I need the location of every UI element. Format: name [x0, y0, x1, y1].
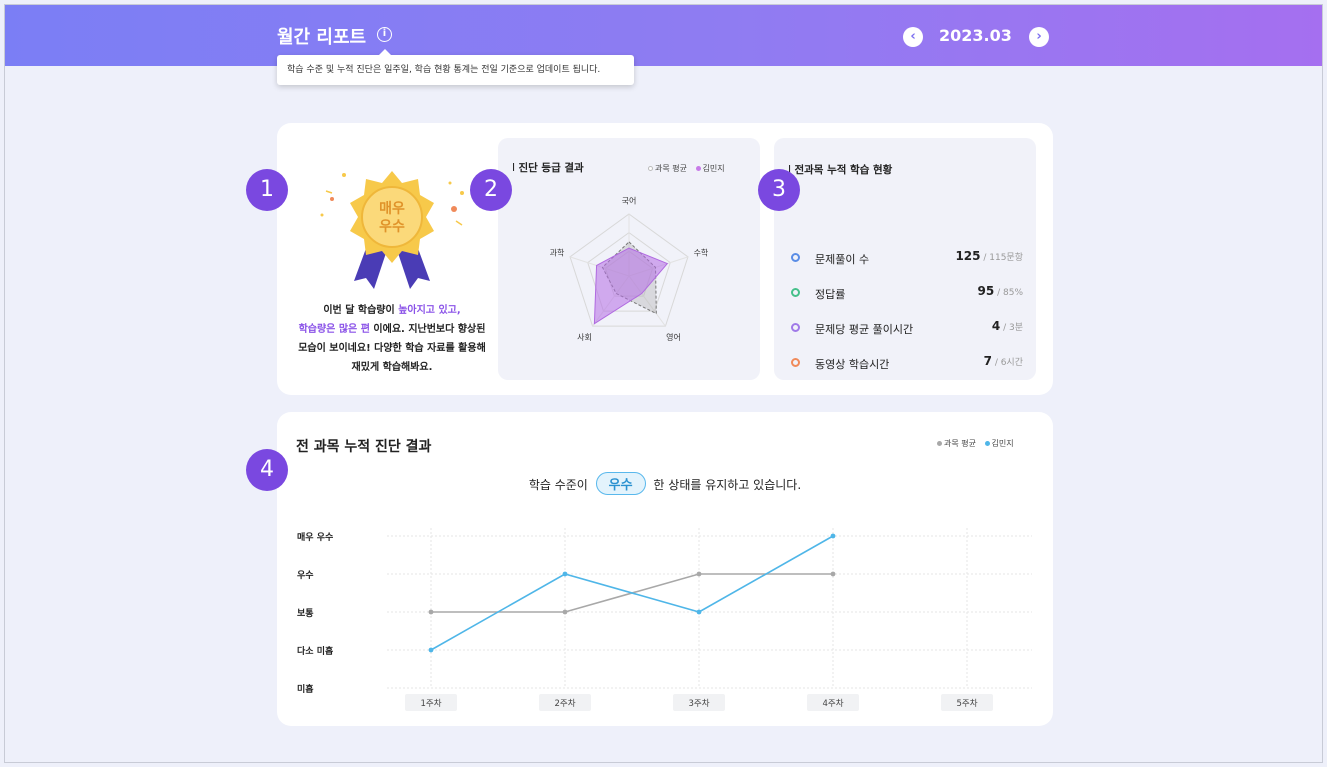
radar-panel: 진단 등급 결과 과목 평균 김민지 국어수학영어 사회 과학 [498, 138, 760, 380]
x-tick-label: 1주차 [420, 699, 441, 709]
series-point [696, 609, 702, 615]
line-legend-avg: 과목 평균 [944, 439, 976, 448]
radar-axis-label: 사회 [577, 333, 592, 342]
radar-legend-avg: 과목 평균 [655, 164, 687, 173]
series-point [830, 571, 836, 577]
line-legend: 과목 평균 김민지 [937, 438, 1014, 449]
x-tick-label: 2주차 [554, 699, 575, 709]
stat-row-video-time: 동영상 학습시간 7 / 6시간 [791, 353, 1023, 373]
info-tooltip: 학습 수준 및 누적 진단은 일주일, 학습 현황 통계는 전일 기준으로 업데… [277, 49, 634, 85]
next-month-button[interactable]: › [1029, 27, 1049, 47]
section-badge-1: 1 [246, 169, 288, 211]
green-dot-icon [791, 288, 800, 297]
series-point [830, 533, 836, 539]
line-chart: 미흡 다소 미흡 보통 우수 매우 우수 1주차 2주차 3주차 4주차 5주차 [297, 528, 1032, 711]
radar-axis-label: 수학 [694, 248, 709, 258]
stats-title: 전과목 누적 학습 현황 [788, 162, 892, 177]
series-point [428, 609, 434, 615]
stat-row-accuracy: 정답률 95 / 85% [791, 283, 1023, 303]
y-tick-label: 우수 [297, 570, 314, 581]
summary-text: 이번 달 학습량이 높아지고 있고, 학습량은 많은 편 이에요. 지난번보다 … [298, 305, 486, 373]
prev-month-button[interactable]: ‹ [903, 27, 923, 47]
stat-row-avg-time: 문제당 평균 풀이시간 4 / 3분 [791, 318, 1023, 338]
y-tick-label: 보통 [297, 608, 314, 619]
chevron-left-icon: ‹ [910, 29, 916, 44]
summary-highlight-1: 높아지고 있고, [398, 305, 461, 316]
blue-dot-icon [791, 253, 800, 262]
section-badge-2: 2 [470, 169, 512, 211]
series-point [428, 647, 434, 653]
radar-axis-label: 국어 [622, 195, 637, 205]
x-tick-label: 5주차 [956, 699, 977, 709]
series-line-1 [430, 535, 834, 651]
stat-row-problems: 문제풀이 수 125 / 115문항 [791, 248, 1023, 268]
stats-panel: 전과목 누적 학습 현황 문제풀이 수 125 / 115문항 정답률 95 /… [774, 138, 1036, 380]
y-tick-label: 미흡 [297, 683, 314, 695]
y-tick-label: 매우 우수 [297, 531, 333, 543]
radar-legend: 과목 평균 김민지 [648, 163, 725, 174]
orange-dot-icon [791, 358, 800, 367]
month-label: 2023.03 [939, 26, 1012, 45]
radar-axis-label: 영어 [666, 332, 681, 342]
series-point [562, 609, 568, 615]
medal-text-line1: 매우 [379, 201, 405, 217]
medal-icon: 매우 우수 [320, 171, 464, 289]
y-tick-label: 다소 미흡 [297, 645, 333, 657]
summary-highlight-2: 학습량은 많은 편 [298, 324, 370, 335]
level-message: 학습 수준이 우수 한 상태를 유지하고 있습니다. [277, 472, 1053, 495]
report-page: 월간 리포트 i ‹ 2023.03 › 학습 수준 및 누적 진단은 일주일,… [4, 4, 1323, 763]
line-legend-student: 김민지 [991, 439, 1014, 448]
header-bar: 월간 리포트 i ‹ 2023.03 › [5, 5, 1322, 66]
cumulative-card: 전 과목 누적 진단 결과 과목 평균 김민지 학습 수준이 우수 한 상태를 … [277, 412, 1053, 726]
radar-legend-student: 김민지 [702, 164, 725, 173]
cumulative-title: 전 과목 누적 진단 결과 [296, 439, 432, 455]
level-pill: 우수 [595, 472, 646, 495]
section-badge-4: 4 [246, 449, 288, 491]
purple-dot-icon [791, 323, 800, 332]
series-point [696, 571, 702, 577]
chevron-right-icon: › [1036, 29, 1042, 44]
info-icon[interactable]: i [377, 27, 392, 42]
summary-card: 매우 우수 이번 달 학습량이 높아지고 있고, 학습량은 많은 편 이에요. … [277, 123, 1053, 395]
series-point [562, 571, 568, 577]
radar-axis-label: 과학 [550, 248, 565, 258]
medal-text-line2: 우수 [379, 219, 405, 235]
radar-title: 진단 등급 결과 [512, 160, 583, 175]
section-badge-3: 3 [758, 169, 800, 211]
x-tick-label: 3주차 [688, 699, 709, 709]
radar-chart: 국어수학영어 사회 과학 [550, 195, 709, 342]
page-title: 월간 리포트 [277, 27, 367, 48]
x-tick-label: 4주차 [822, 699, 843, 709]
